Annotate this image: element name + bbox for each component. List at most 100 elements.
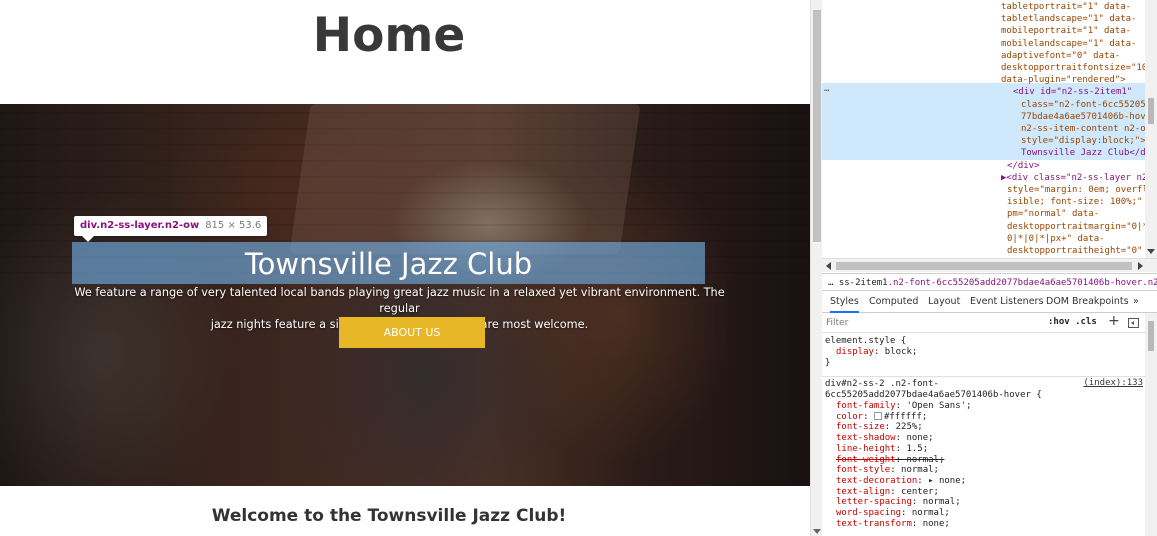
- css-property-name[interactable]: text-align: [836, 487, 890, 497]
- css-property-value[interactable]: normal;: [901, 465, 939, 475]
- css-declaration[interactable]: font-family: 'Open Sans';: [836, 401, 971, 412]
- css-property-name[interactable]: font-family: [836, 401, 896, 411]
- dom-line[interactable]: n2-ss-item-content n2-ow": [1021, 123, 1145, 135]
- dom-line[interactable]: class="n2-font-6cc55205ad: [1021, 99, 1145, 111]
- css-property-value[interactable]: none;: [923, 519, 950, 529]
- css-declaration[interactable]: color: #ffffff;: [836, 411, 927, 423]
- dom-line[interactable]: adaptivefont="0" data-: [1001, 50, 1145, 62]
- css-property-value[interactable]: ▸ none;: [928, 476, 966, 486]
- css-property-name[interactable]: line-height: [836, 444, 896, 454]
- styles-tabbar: Styles Computed Layout Event Listeners D…: [822, 291, 1157, 313]
- scroll-left-arrow-icon[interactable]: [826, 262, 831, 270]
- dom-line[interactable]: </div>: [1007, 160, 1145, 172]
- styles-scrollbar[interactable]: [1145, 313, 1157, 536]
- css-property-value[interactable]: 1.5;: [906, 444, 928, 454]
- scroll-down-arrow-icon[interactable]: [1147, 249, 1155, 254]
- tab-layout[interactable]: Layout: [928, 291, 960, 313]
- css-property-value[interactable]: center;: [901, 487, 939, 497]
- css-property-value[interactable]: 'Open Sans';: [906, 401, 971, 411]
- page-scrollbar[interactable]: [810, 0, 822, 536]
- rule-selector-line-1[interactable]: div#n2-ss-2 .n2-font-: [825, 379, 939, 390]
- css-declaration[interactable]: text-transform: none;: [836, 519, 950, 530]
- node-menu-dots-icon[interactable]: …: [824, 84, 829, 94]
- elements-scrollbar-thumb[interactable]: [1148, 98, 1154, 124]
- css-declaration[interactable]: line-height: 1.5;: [836, 444, 928, 455]
- breadcrumb[interactable]: … ss-2item1.n2-font-6cc55205add2077bdae4…: [822, 273, 1157, 291]
- toggle-sidebar-icon[interactable]: [1128, 318, 1139, 328]
- css-property-value[interactable]: 225%;: [896, 422, 923, 432]
- inspect-tooltip-size: 815 × 53.6: [205, 220, 262, 231]
- css-property-value[interactable]: #ffffff;: [884, 412, 927, 422]
- dom-line[interactable]: style="margin: 0em; overflow: [1007, 184, 1145, 196]
- styles-filter-input[interactable]: [826, 316, 1026, 330]
- css-property-name[interactable]: word-spacing: [836, 508, 901, 518]
- css-property-name[interactable]: display: [836, 347, 874, 357]
- css-property-value[interactable]: block;: [885, 347, 918, 357]
- dom-line[interactable]: desktopportraitfontsize="100: [1001, 62, 1145, 74]
- css-property-name[interactable]: font-weight: [836, 455, 896, 465]
- css-property-name[interactable]: letter-spacing: [836, 497, 912, 507]
- css-property-value[interactable]: none;: [906, 433, 933, 443]
- scroll-down-arrow-icon[interactable]: [813, 529, 821, 534]
- dom-line[interactable]: style="display:block;">: [1021, 135, 1145, 147]
- about-us-button[interactable]: ABOUT US: [339, 317, 485, 348]
- styles-pane: element.style { display: block; } div#n2…: [822, 334, 1145, 536]
- css-property-name[interactable]: text-decoration: [836, 476, 917, 486]
- dom-line[interactable]: pm="normal" data-: [1007, 208, 1145, 220]
- new-style-rule-icon[interactable]: +: [1108, 313, 1120, 329]
- element-style-selector[interactable]: element.style {: [825, 336, 906, 347]
- css-declaration[interactable]: letter-spacing: normal;: [836, 497, 961, 508]
- page-title: Home: [312, 8, 466, 63]
- hero-description-line-1: We feature a range of very talented loca…: [74, 286, 725, 315]
- css-declaration[interactable]: font-style: normal;: [836, 465, 939, 476]
- dom-line[interactable]: <div id="n2-ss-2item1": [1013, 86, 1145, 98]
- tab-computed[interactable]: Computed: [869, 291, 918, 313]
- dom-line[interactable]: tabletlandscape="1" data-: [1001, 13, 1145, 25]
- dom-line[interactable]: 0|*|0|*|px+" data-: [1007, 233, 1145, 245]
- tab-dom-breakpoints[interactable]: DOM Breakpoints: [1046, 291, 1129, 313]
- tabs-overflow-icon[interactable]: »: [1133, 291, 1139, 313]
- css-property-name[interactable]: text-shadow: [836, 433, 896, 443]
- dom-line[interactable]: data-plugin="rendered">: [1001, 74, 1145, 86]
- hov-cls-toggle[interactable]: :hov .cls: [1048, 317, 1097, 327]
- css-declaration[interactable]: text-decoration: ▸ none;: [836, 476, 966, 487]
- css-property-value[interactable]: normal;: [923, 497, 961, 507]
- dom-line[interactable]: 77bdae4a6ae5701406b-hover: [1021, 111, 1145, 123]
- css-declaration[interactable]: text-shadow: none;: [836, 433, 934, 444]
- css-property-name[interactable]: color: [836, 412, 863, 422]
- element-style-property[interactable]: display: block;: [836, 347, 917, 358]
- dom-line[interactable]: mobilelandscape="1" data-: [1001, 38, 1145, 50]
- dom-line[interactable]: ▶<div class="n2-ss-layer n2-: [1001, 172, 1145, 184]
- css-property-name[interactable]: font-size: [836, 422, 885, 432]
- styles-scrollbar-thumb[interactable]: [1148, 321, 1154, 351]
- dom-line[interactable]: Townsville Jazz Club</div: [1021, 147, 1145, 159]
- css-property-name[interactable]: font-style: [836, 465, 890, 475]
- elements-scrollbar[interactable]: [1145, 0, 1157, 258]
- dom-line[interactable]: isible; font-size: 100%;" da: [1007, 196, 1145, 208]
- css-property-value[interactable]: normal;: [906, 455, 944, 465]
- scroll-right-arrow-icon[interactable]: [1138, 262, 1143, 270]
- css-declaration[interactable]: font-weight: normal;: [836, 455, 944, 466]
- elements-horizontal-scrollbar[interactable]: [822, 258, 1157, 272]
- dom-line[interactable]: desktopportraitheight="0" da: [1007, 245, 1145, 257]
- css-property-name[interactable]: text-transform: [836, 519, 912, 529]
- dom-line[interactable]: desktopportraitmargin="0|*|0: [1007, 221, 1145, 233]
- breadcrumb-prefix[interactable]: … ss-2item1: [828, 278, 888, 288]
- styles-filter-bar: :hov .cls +: [822, 313, 1157, 333]
- breadcrumb-classes[interactable]: .n2-font-6cc55205add2077bdae4a6ae5701406…: [888, 278, 1157, 288]
- css-declaration[interactable]: text-align: center;: [836, 487, 939, 498]
- dom-line[interactable]: tabletportrait="1" data-: [1001, 1, 1145, 13]
- welcome-heading: Welcome to the Townsville Jazz Club!: [211, 506, 567, 526]
- tab-styles[interactable]: Styles: [830, 291, 859, 313]
- css-property-value[interactable]: normal;: [912, 508, 950, 518]
- rule-selector-line-2[interactable]: 6cc55205add2077bdae4a6ae5701406b-hover {: [825, 390, 1042, 401]
- horizontal-scrollbar-thumb[interactable]: [836, 262, 1132, 270]
- tab-event-listeners[interactable]: Event Listeners: [970, 291, 1043, 313]
- inspect-tooltip: div.n2-ss-layer.n2-ow 815 × 53.6: [74, 216, 268, 242]
- css-declaration[interactable]: font-size: 225%;: [836, 422, 923, 433]
- color-swatch-icon[interactable]: [873, 411, 882, 420]
- page-scrollbar-thumb[interactable]: [813, 10, 821, 242]
- css-declaration[interactable]: word-spacing: normal;: [836, 508, 950, 519]
- rule-source-link[interactable]: (index):133: [1083, 378, 1143, 388]
- dom-line[interactable]: mobileportrait="1" data-: [1001, 25, 1145, 37]
